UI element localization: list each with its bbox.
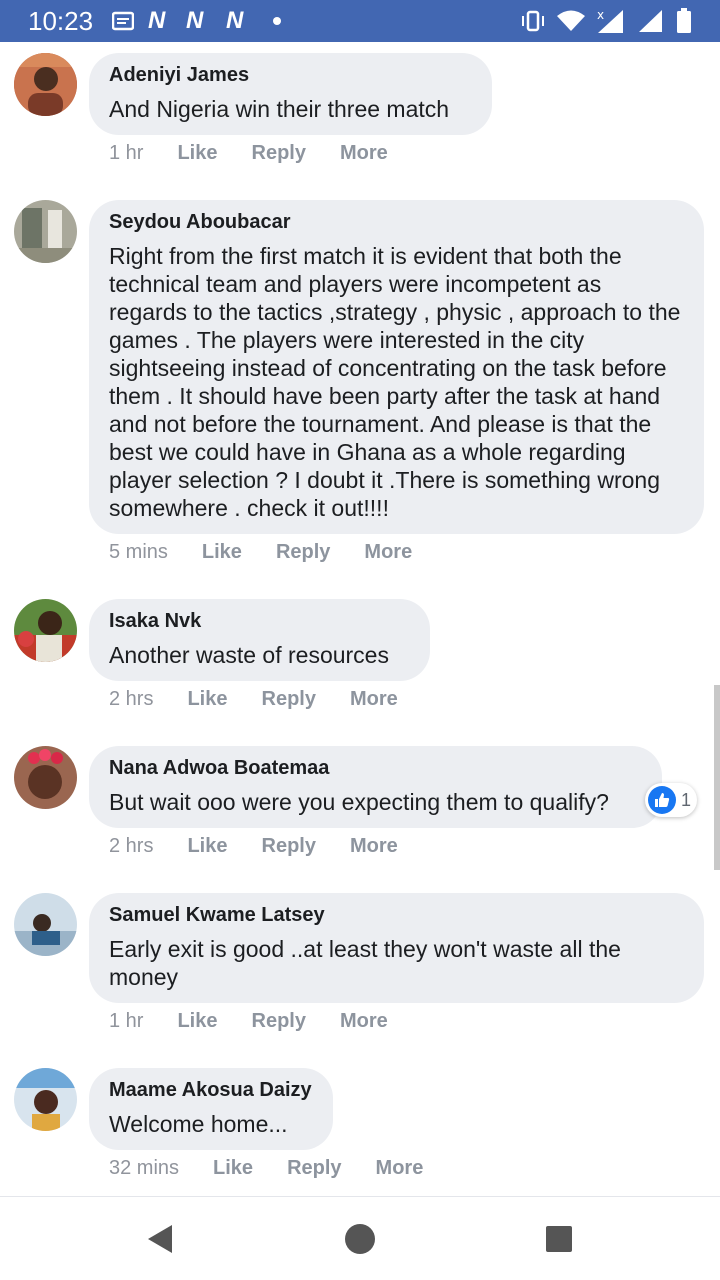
comment-author[interactable]: Samuel Kwame Latsey <box>109 903 684 927</box>
comment-bubble[interactable]: Nana Adwoa Boatemaa But wait ooo were yo… <box>89 746 662 828</box>
comment-text: Early exit is good ..at least they won't… <box>109 936 621 990</box>
recents-icon[interactable] <box>541 1221 577 1257</box>
n-icon: N <box>148 7 166 34</box>
comment-time: 1 hr <box>109 1010 144 1032</box>
message-icon <box>112 8 134 34</box>
like-button[interactable]: Like <box>177 141 217 165</box>
comment-time: 5 mins <box>109 541 168 563</box>
comment-actions: 32 mins Like Reply More <box>109 1156 457 1180</box>
comment-bubble[interactable]: Isaka Nvk Another waste of resources <box>89 599 430 681</box>
status-bar: 10:23 N N N x <box>0 0 720 42</box>
scrollbar[interactable] <box>714 685 720 870</box>
reply-button[interactable]: Reply <box>252 1009 306 1033</box>
comment-text: Another waste of resources <box>109 642 389 668</box>
svg-text:x: x <box>597 8 604 22</box>
comment-author[interactable]: Isaka Nvk <box>109 609 410 633</box>
n-icon: N <box>226 7 244 34</box>
comment-bubble[interactable]: Maame Akosua Daizy Welcome home... <box>89 1068 333 1150</box>
avatar[interactable] <box>14 599 77 662</box>
reply-button[interactable]: Reply <box>262 687 316 711</box>
more-button[interactable]: More <box>364 540 412 564</box>
comment-actions: 2 hrs Like Reply More <box>109 687 432 711</box>
reply-button[interactable]: Reply <box>262 834 316 858</box>
avatar[interactable] <box>14 746 77 809</box>
home-icon[interactable] <box>342 1221 378 1257</box>
comment-actions: 5 mins Like Reply More <box>109 540 446 564</box>
reaction-count: 1 <box>681 789 692 810</box>
status-time: 10:23 <box>28 6 94 36</box>
signal-icon <box>638 8 664 34</box>
back-icon[interactable] <box>142 1221 178 1257</box>
comment-text: But wait ooo were you expecting them to … <box>109 789 609 815</box>
comment-actions: 1 hr Like Reply More <box>109 141 422 165</box>
more-button[interactable]: More <box>376 1156 424 1180</box>
like-button[interactable]: Like <box>187 834 227 858</box>
comment-author[interactable]: Adeniyi James <box>109 63 472 87</box>
comment-text: And Nigeria win their three match <box>109 96 450 122</box>
reply-button[interactable]: Reply <box>287 1156 341 1180</box>
comment-time: 2 hrs <box>109 835 154 857</box>
signal-x-icon: x <box>596 8 626 34</box>
more-button[interactable]: More <box>350 834 398 858</box>
comment-time: 1 hr <box>109 142 144 164</box>
like-button[interactable]: Like <box>177 1009 217 1033</box>
comment-author[interactable]: Nana Adwoa Boatemaa <box>109 756 642 780</box>
avatar[interactable] <box>14 200 77 263</box>
reply-button[interactable]: Reply <box>276 540 330 564</box>
reaction-badge[interactable]: 1 <box>645 783 697 817</box>
comment-text: Right from the first match it is evident… <box>109 243 681 521</box>
wifi-icon <box>556 8 586 34</box>
battery-icon <box>676 8 692 34</box>
avatar[interactable] <box>14 53 77 116</box>
comment-author[interactable]: Seydou Aboubacar <box>109 210 684 234</box>
comment-time: 32 mins <box>109 1157 180 1179</box>
navigation-bar <box>0 1196 720 1280</box>
comment-actions: 1 hr Like Reply More <box>109 1009 422 1033</box>
comment-text: Welcome home... <box>109 1111 288 1137</box>
n-icon: N <box>186 7 204 34</box>
thumbs-up-icon <box>648 786 676 814</box>
avatar[interactable] <box>14 1068 77 1131</box>
vibrate-icon <box>520 8 546 34</box>
like-button[interactable]: Like <box>187 687 227 711</box>
comment-time: 2 hrs <box>109 688 154 710</box>
like-button[interactable]: Like <box>213 1156 253 1180</box>
avatar[interactable] <box>14 893 77 956</box>
comment-bubble[interactable]: Seydou Aboubacar Right from the first ma… <box>89 200 704 534</box>
reply-button[interactable]: Reply <box>252 141 306 165</box>
more-button[interactable]: More <box>350 687 398 711</box>
more-button[interactable]: More <box>340 141 388 165</box>
dot-icon <box>273 8 281 34</box>
comment-bubble[interactable]: Adeniyi James And Nigeria win their thre… <box>89 53 492 135</box>
comment-bubble[interactable]: Samuel Kwame Latsey Early exit is good .… <box>89 893 704 1003</box>
more-button[interactable]: More <box>340 1009 388 1033</box>
comment-author[interactable]: Maame Akosua Daizy <box>109 1078 313 1102</box>
comment-actions: 2 hrs Like Reply More <box>109 834 432 858</box>
like-button[interactable]: Like <box>202 540 242 564</box>
